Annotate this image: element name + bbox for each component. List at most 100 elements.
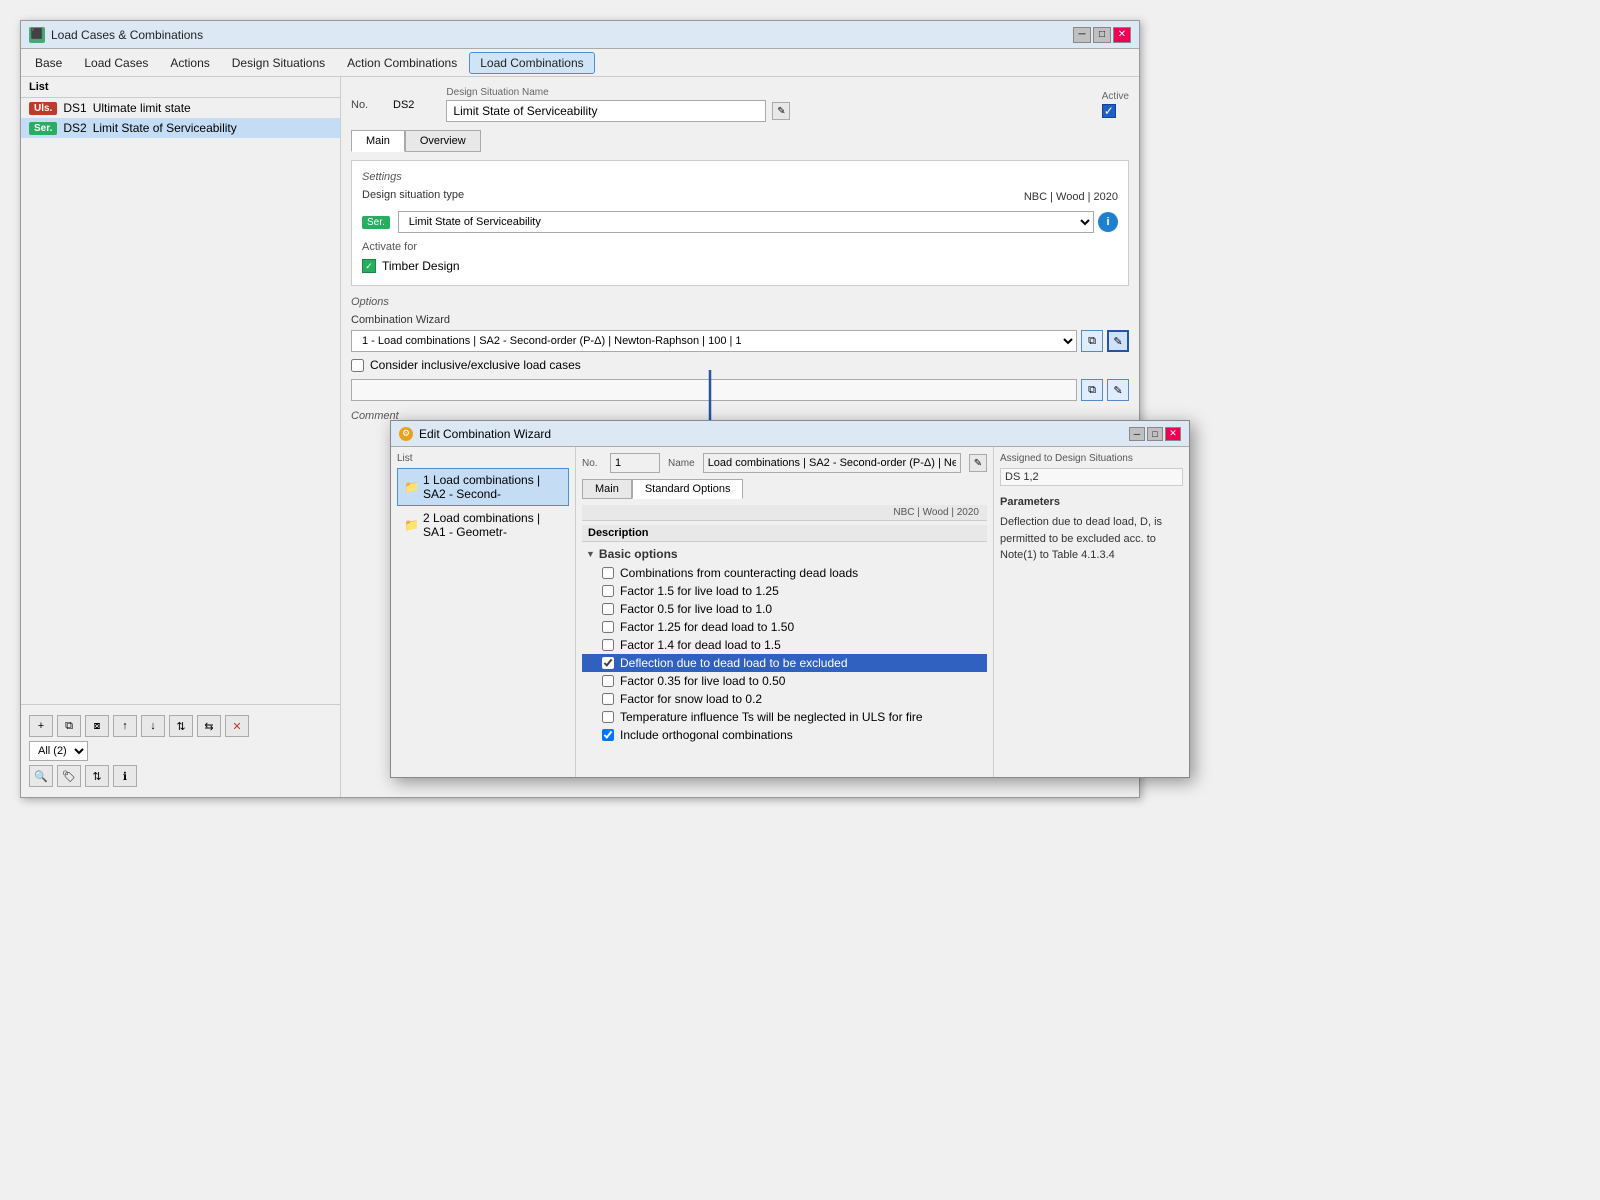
option-row-8: Temperature influence Ts will be neglect…: [582, 708, 987, 726]
all-select-dropdown[interactable]: All (2): [29, 741, 88, 761]
left-panel-bottom: + ⧉ ⧇ ↑ ↓ ⇅ ⇆ ✕ All (2) 🔍 🏷: [21, 704, 340, 797]
combo-wizard-row: 1 - Load combinations | SA2 - Second-ord…: [351, 330, 1129, 352]
menu-load-cases[interactable]: Load Cases: [74, 53, 158, 73]
dialog-close-btn[interactable]: ✕: [1165, 427, 1181, 441]
dialog-list-item-1[interactable]: 📁 1 Load combinations | SA2 - Second-: [397, 468, 569, 506]
empty-combo-row: ⧉ ✎: [351, 378, 1129, 402]
nbc-bar: NBC | Wood | 2020: [582, 505, 987, 521]
close-button[interactable]: ✕: [1113, 27, 1131, 43]
active-checkbox[interactable]: ✓: [1102, 104, 1116, 118]
empty-copy-btn[interactable]: ⧉: [1081, 379, 1103, 401]
activate-section: Activate for ✓ Timber Design: [362, 241, 1118, 275]
main-tabs: Main Overview: [351, 130, 1129, 152]
title-bar: ⬛ Load Cases & Combinations ─ □ ✕: [21, 21, 1139, 49]
activate-label: Activate for: [362, 241, 1118, 253]
option-row-6: Factor 0.35 for live load to 0.50: [582, 672, 987, 690]
basic-options-header: ▼ Basic options: [582, 544, 987, 564]
option-label-1: Factor 1.5 for live load to 1.25: [620, 584, 779, 598]
tag-btn[interactable]: 🏷: [57, 765, 81, 787]
ds-type-label: Design situation type: [362, 189, 464, 201]
option-checkbox-5[interactable]: [602, 657, 614, 669]
ds-type-select[interactable]: Limit State of Serviceability: [398, 211, 1094, 233]
menu-base[interactable]: Base: [25, 53, 72, 73]
option-checkbox-7[interactable]: [602, 693, 614, 705]
delete-btn[interactable]: ✕: [225, 715, 249, 737]
copy-btn[interactable]: ⧉: [57, 715, 81, 737]
tab-main[interactable]: Main: [351, 130, 405, 152]
menu-actions[interactable]: Actions: [160, 53, 219, 73]
option-checkbox-8[interactable]: [602, 711, 614, 723]
dialog-name-input[interactable]: [703, 453, 961, 473]
dialog-detail-panel: No. Name ✎ Main Standard Options NBC | W…: [576, 447, 994, 777]
sort-btn[interactable]: ⇅: [169, 715, 193, 737]
dialog-list-item-1-label: 1 Load combinations | SA2 - Second-: [423, 473, 562, 501]
wizard-copy-btn[interactable]: ⧉: [1081, 330, 1103, 352]
timber-design-checkbox[interactable]: ✓: [362, 259, 376, 273]
basic-options-label: Basic options: [599, 547, 678, 561]
edit-combination-wizard-dialog: ⚙ Edit Combination Wizard ─ □ ✕ List 📁 1…: [390, 420, 1190, 778]
option-label-2: Factor 0.5 for live load to 1.0: [620, 602, 772, 616]
maximize-button[interactable]: □: [1093, 27, 1111, 43]
dialog-name-edit-btn[interactable]: ✎: [969, 454, 987, 472]
copy2-btn[interactable]: ⧇: [85, 715, 109, 737]
assigned-ds-label: Assigned to Design Situations: [1000, 453, 1183, 464]
ser-id: DS2: [63, 121, 86, 135]
folder-icon-1: 📁: [404, 480, 419, 494]
option-checkbox-6[interactable]: [602, 675, 614, 687]
menu-load-combinations[interactable]: Load Combinations: [469, 52, 594, 74]
dialog-minimize-btn[interactable]: ─: [1129, 427, 1145, 441]
settings-label: Settings: [362, 171, 1118, 183]
option-checkbox-3[interactable]: [602, 621, 614, 633]
dialog-list-item-2-label: 2 Load combinations | SA1 - Geometr-: [423, 511, 562, 539]
option-row-9: Include orthogonal combinations: [582, 726, 987, 744]
wizard-edit-btn[interactable]: ✎: [1107, 330, 1129, 352]
move-down-btn[interactable]: ↓: [141, 715, 165, 737]
sort2-btn[interactable]: ⇆: [197, 715, 221, 737]
move-up-btn[interactable]: ↑: [113, 715, 137, 737]
dialog-no-name-row: No. Name ✎: [582, 453, 987, 473]
folder-icon-2: 📁: [404, 518, 419, 532]
option-checkbox-0[interactable]: [602, 567, 614, 579]
timber-design-row: ✓ Timber Design: [362, 257, 1118, 275]
empty-edit-btn[interactable]: ✎: [1107, 379, 1129, 401]
option-label-0: Combinations from counteracting dead loa…: [620, 566, 858, 580]
inclusive-checkbox[interactable]: [351, 359, 364, 372]
option-checkbox-9[interactable]: [602, 729, 614, 741]
filter-btn[interactable]: ⇅: [85, 765, 109, 787]
ds-dropdown-row: Ser. Limit State of Serviceability i: [362, 211, 1118, 233]
list-item-ser[interactable]: Ser. DS2 Limit State of Serviceability: [21, 118, 340, 138]
option-label-9: Include orthogonal combinations: [620, 728, 793, 742]
add-btn[interactable]: +: [29, 715, 53, 737]
option-row-7: Factor for snow load to 0.2: [582, 690, 987, 708]
menu-action-combinations[interactable]: Action Combinations: [337, 53, 467, 73]
tab-overview[interactable]: Overview: [405, 130, 481, 152]
dialog-title-bar: ⚙ Edit Combination Wizard ─ □ ✕: [391, 421, 1189, 447]
dialog-no-input[interactable]: [610, 453, 660, 473]
dialog-tab-main[interactable]: Main: [582, 479, 632, 499]
options-section: Options Combination Wizard 1 - Load comb…: [351, 296, 1129, 402]
option-checkbox-4[interactable]: [602, 639, 614, 651]
info-btn[interactable]: ℹ: [113, 765, 137, 787]
option-checkbox-2[interactable]: [602, 603, 614, 615]
option-row-4: Factor 1.4 for dead load to 1.5: [582, 636, 987, 654]
info-button[interactable]: i: [1098, 212, 1118, 232]
option-label-3: Factor 1.25 for dead load to 1.50: [620, 620, 794, 634]
list-item-uls[interactable]: Uls. DS1 Ultimate limit state: [21, 98, 340, 118]
assigned-ds-value: DS 1,2: [1000, 468, 1183, 486]
option-label-8: Temperature influence Ts will be neglect…: [620, 710, 923, 724]
edit-toolbar: + ⧉ ⧇ ↑ ↓ ⇅ ⇆ ✕: [29, 711, 332, 741]
menu-design-situations[interactable]: Design Situations: [222, 53, 335, 73]
minimize-button[interactable]: ─: [1073, 27, 1091, 43]
ds-name-edit-btn[interactable]: ✎: [772, 102, 790, 120]
list-header: List: [21, 77, 340, 98]
dialog-list-item-2[interactable]: 📁 2 Load combinations | SA1 - Geometr-: [397, 506, 569, 544]
ds-name-label: Design Situation Name: [446, 87, 1089, 98]
combo-wizard-select[interactable]: 1 - Load combinations | SA2 - Second-ord…: [351, 330, 1077, 352]
option-row-1: Factor 1.5 for live load to 1.25: [582, 582, 987, 600]
dialog-tab-standard-options[interactable]: Standard Options: [632, 479, 744, 499]
all-select-row: All (2): [29, 741, 332, 761]
search-btn[interactable]: 🔍: [29, 765, 53, 787]
option-checkbox-1[interactable]: [602, 585, 614, 597]
dialog-maximize-btn[interactable]: □: [1147, 427, 1163, 441]
ds-name-input[interactable]: [446, 100, 766, 122]
